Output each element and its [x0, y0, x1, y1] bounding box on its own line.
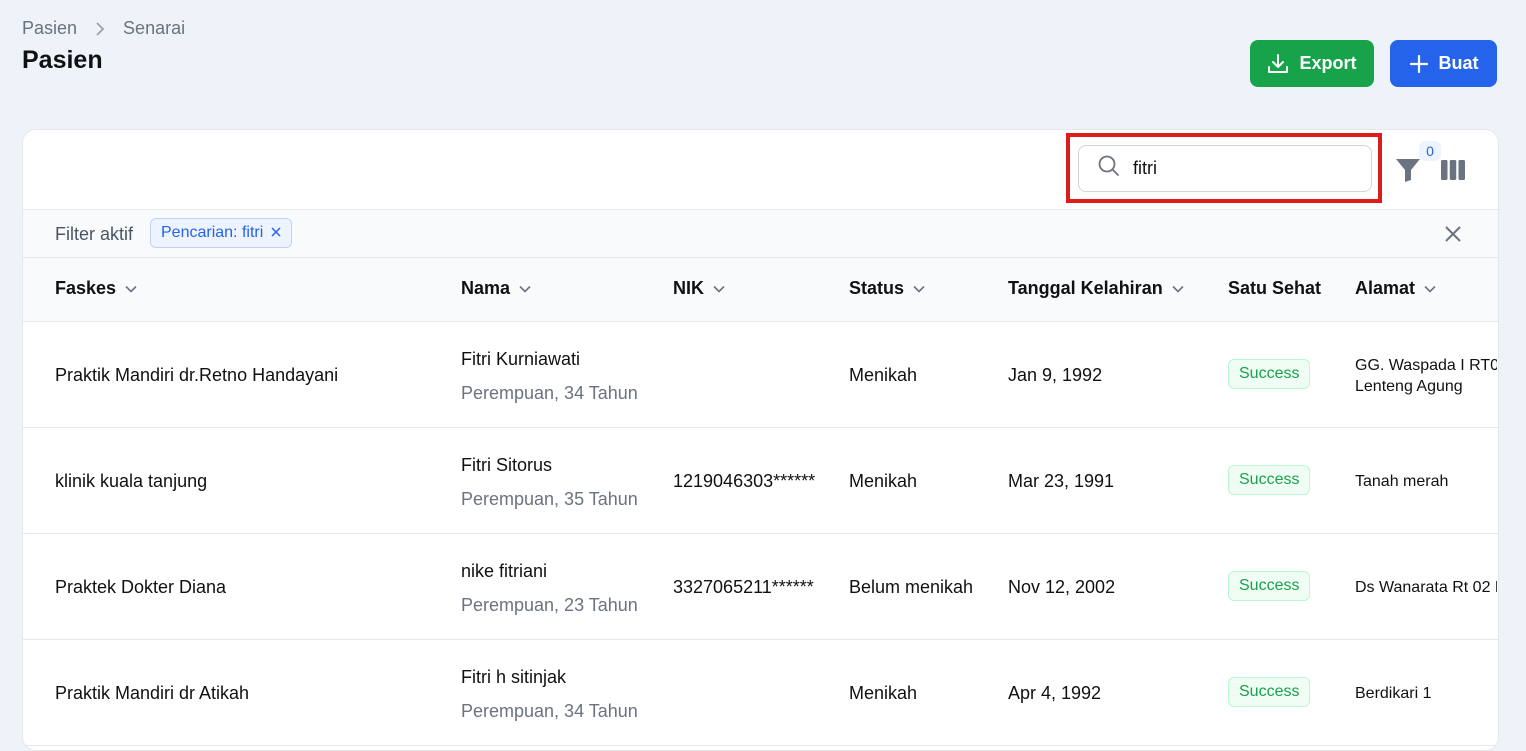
nik-cell: 3327065211****** — [673, 577, 814, 597]
filter-icon — [1393, 159, 1423, 189]
table-row[interactable]: Praktik Mandiri dr Atikah Fitri h sitinj… — [23, 640, 1498, 746]
column-header-satu-sehat: Satu Sehat — [1228, 278, 1321, 299]
column-header-label: Tanggal Kelahiran — [1008, 278, 1163, 298]
breadcrumb-parent-link[interactable]: Pasien — [22, 18, 77, 39]
plus-icon — [1409, 54, 1429, 74]
status-cell: Menikah — [849, 365, 918, 385]
column-header-nama[interactable]: Nama — [461, 278, 532, 299]
patient-gender-age: Perempuan, 35 Tahun — [461, 489, 638, 509]
table-row[interactable]: Praktik Mandiri dr.Retno Handayani Fitri… — [23, 322, 1498, 428]
column-header-alamat[interactable]: Alamat — [1355, 278, 1437, 299]
patient-name[interactable]: Fitri Sitorus — [461, 455, 552, 476]
filter-chip-label: Pencarian: fitri — [161, 224, 264, 241]
nik-cell: 1219046303****** — [673, 471, 816, 491]
table-row[interactable]: Praktek Dokter Diana nike fitriani Perem… — [23, 534, 1498, 640]
column-header-birth-date[interactable]: Tanggal Kelahiran — [1008, 278, 1185, 299]
table-row[interactable]: klinik kuala tanjung Fitri Sitorus Perem… — [23, 428, 1498, 534]
patient-gender-age: Perempuan, 34 Tahun — [461, 383, 638, 403]
patient-name[interactable]: nike fitriani — [461, 561, 547, 582]
patient-name[interactable]: Fitri h sitinjak — [461, 667, 566, 688]
status-badge: Success — [1228, 359, 1311, 389]
status-cell: Belum menikah — [849, 577, 974, 597]
chevron-right-icon — [91, 20, 109, 38]
chevron-down-icon — [518, 282, 532, 296]
columns-button[interactable] — [1439, 156, 1467, 184]
patient-name[interactable]: Fitri Kurniawati — [461, 349, 580, 370]
chevron-down-icon — [712, 282, 726, 296]
table-toolbar: 0 — [23, 130, 1498, 210]
breadcrumb-current: Senarai — [123, 18, 186, 38]
address-cell: GG. Waspada I RT0 Lenteng Agung — [1355, 355, 1497, 397]
column-header-label: Status — [849, 278, 905, 298]
faskes-cell: Praktik Mandiri dr.Retno Handayani — [55, 365, 339, 385]
faskes-cell: Praktik Mandiri dr Atikah — [55, 683, 250, 703]
filter-count-badge: 0 — [1419, 141, 1441, 161]
birth-date-cell: Jan 9, 1992 — [1008, 365, 1103, 385]
column-header-label: Alamat — [1355, 278, 1416, 298]
address-line: Ds Wanarata Rt 02 R — [1355, 579, 1497, 596]
export-button[interactable]: Export — [1250, 40, 1374, 87]
birth-date-cell: Nov 12, 2002 — [1008, 577, 1116, 597]
download-icon — [1267, 53, 1289, 75]
column-header-status[interactable]: Status — [849, 278, 926, 299]
create-button-label: Buat — [1438, 53, 1479, 73]
filter-button[interactable] — [1393, 155, 1423, 185]
status-cell: Menikah — [849, 683, 918, 703]
faskes-cell: klinik kuala tanjung — [55, 471, 208, 491]
column-header-label: Satu Sehat — [1228, 278, 1322, 298]
address-line: GG. Waspada I RT0 — [1355, 357, 1497, 374]
close-icon — [1443, 226, 1463, 248]
chevron-down-icon — [124, 282, 138, 296]
columns-icon — [1439, 160, 1467, 188]
status-cell: Menikah — [849, 471, 918, 491]
column-header-label: Faskes — [55, 278, 117, 298]
address-cell: Ds Wanarata Rt 02 R — [1355, 577, 1497, 598]
patient-table-card: 0 Filter aktif Pencarian: fitri Faskes N… — [22, 129, 1499, 751]
patient-gender-age: Perempuan, 34 Tahun — [461, 701, 638, 721]
chevron-down-icon — [912, 282, 926, 296]
active-filter-label: Filter aktif — [55, 224, 134, 244]
breadcrumb: Pasien Senarai — [22, 18, 185, 39]
column-header-label: NIK — [673, 278, 704, 298]
active-filter-bar: Filter aktif Pencarian: fitri — [23, 210, 1498, 258]
search-filter-chip: Pencarian: fitri — [150, 218, 293, 248]
status-badge: Success — [1228, 465, 1311, 495]
faskes-cell: Praktek Dokter Diana — [55, 577, 227, 597]
status-badge: Success — [1228, 571, 1311, 601]
clear-filters-button[interactable] — [1443, 224, 1463, 244]
create-button[interactable]: Buat — [1390, 40, 1497, 87]
patient-gender-age: Perempuan, 23 Tahun — [461, 595, 638, 615]
address-cell: Tanah merah — [1355, 471, 1497, 492]
export-button-label: Export — [1299, 53, 1357, 73]
column-header-faskes[interactable]: Faskes — [55, 278, 138, 299]
status-badge: Success — [1228, 677, 1311, 707]
address-line: Berdikari 1 — [1355, 685, 1432, 702]
chevron-down-icon — [1423, 282, 1437, 296]
address-line: Tanah merah — [1355, 473, 1449, 490]
page-title: Pasien — [22, 46, 103, 74]
remove-chip-icon[interactable] — [271, 224, 281, 242]
birth-date-cell: Apr 4, 1992 — [1008, 683, 1102, 703]
address-line: Lenteng Agung — [1355, 378, 1463, 395]
chevron-down-icon — [1171, 282, 1185, 296]
address-cell: Berdikari 1 — [1355, 683, 1497, 704]
birth-date-cell: Mar 23, 1991 — [1008, 471, 1115, 491]
column-header-label: Nama — [461, 278, 511, 298]
search-highlight-box — [1066, 133, 1382, 203]
column-header-nik[interactable]: NIK — [673, 278, 726, 299]
table-header: Faskes Nama NIK Status Tanggal Kelahiran… — [23, 258, 1498, 322]
